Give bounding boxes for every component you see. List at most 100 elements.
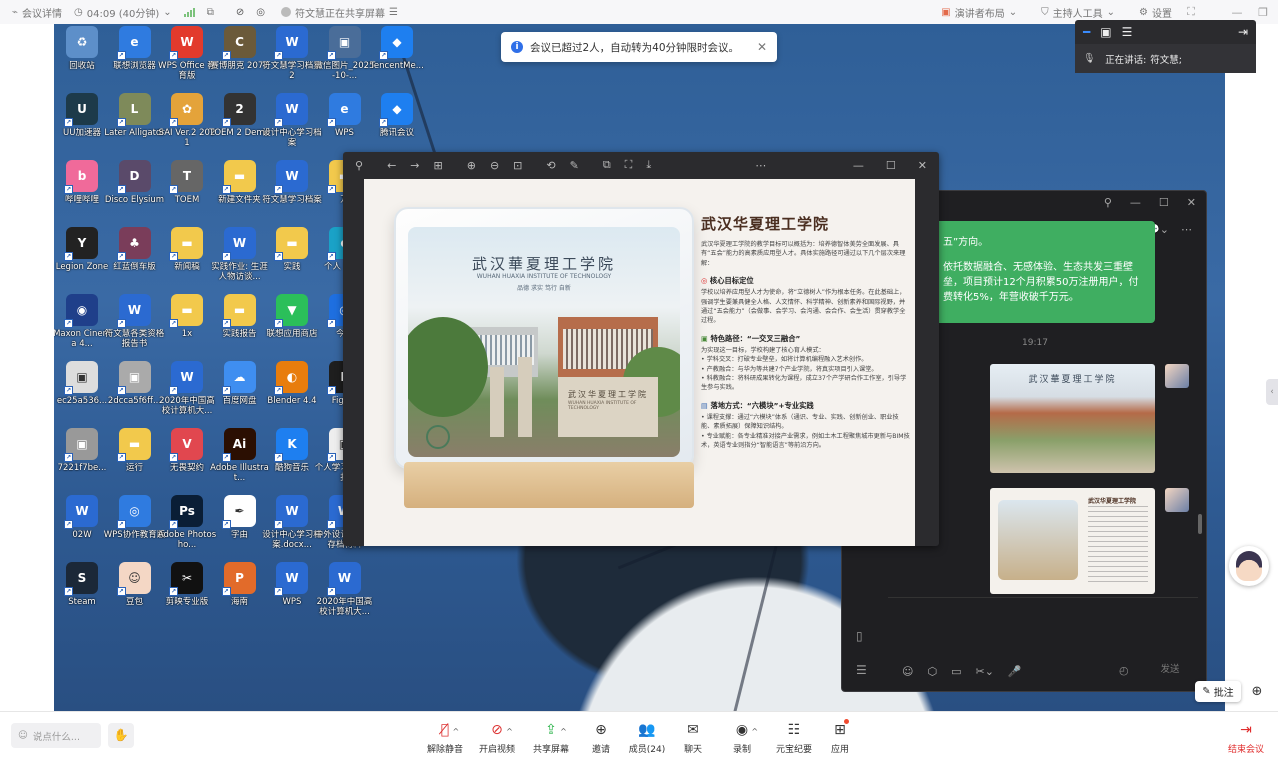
close-icon[interactable]: ✕ [757,40,767,54]
menu-icon[interactable]: ☰ [856,663,867,677]
desktop-icon[interactable]: ♻ 回收站 [54,26,111,90]
zoom-icon[interactable]: ⊕ [1247,681,1267,702]
ai-assistant-avatar[interactable] [1229,546,1269,586]
popout-icon[interactable]: ⧉ [207,7,214,18]
desktop-icon[interactable]: W ↗ 2020年中国高校计算机大... [316,562,374,626]
desktop-icon[interactable]: W ↗ 符文慧学习档案 [262,160,322,224]
toolbar-button[interactable]: 👥 成员(24) [623,721,671,755]
collapse-side-panel[interactable]: ‹ [1266,379,1278,405]
desktop-icon[interactable]: W ↗ 02W [54,495,111,559]
translate-icon[interactable]: ⧉ [603,158,611,172]
toolbar-button[interactable]: 🎙̸ ^ 解除静音 [421,721,469,755]
crop-icon[interactable]: ⛶ [625,158,633,172]
desktop-icon[interactable]: Ai ↗ Adobe Illustrat... [210,428,269,492]
restore-icon[interactable]: ❐ [1256,6,1270,19]
desktop-icon[interactable]: S ↗ Steam [54,562,111,626]
toolbar-button[interactable]: ✉ 聊天 [669,721,717,755]
desktop-icon[interactable]: W ↗ 符文慧学习档案2 [262,26,322,90]
desktop-icon[interactable]: L ↗ Later Alligator [104,93,165,157]
hide-icon[interactable]: ◎ [256,7,265,18]
desktop-icon[interactable]: ◎ ↗ WPS协作教育版 [104,495,165,559]
desktop-icon[interactable]: Ps ↗ Adobe Photosho... [158,495,216,559]
zoom-out-icon[interactable]: ⊖ [490,159,499,172]
toolbar-button[interactable]: ⊞ 应用 [816,719,864,755]
desktop-icon[interactable]: U ↗ UU加速器 [54,93,111,157]
desktop-icon[interactable]: ▬ ↗ 实践报告 [211,294,269,358]
folder-icon[interactable]: ▭ [951,665,961,678]
desktop-icon[interactable]: ♣ ↗ 红蓝倒车版 [106,227,164,291]
say-something-input[interactable]: ☺ 说点什么... [11,723,101,748]
end-meeting-button[interactable]: ⇥ 结束会议 [1224,721,1268,755]
fit-icon[interactable]: ⊡ [513,159,522,172]
desktop-icon[interactable]: ▬ ↗ 1x [158,294,216,358]
edit-icon[interactable]: ✎ [570,159,579,172]
desktop-icon[interactable]: P ↗ 海南 [211,562,269,626]
back-icon[interactable]: ← [387,159,396,172]
desktop-icon[interactable]: ☺ ↗ 豆包 [106,562,164,626]
zoom-in-icon[interactable]: ⊕ [467,159,476,172]
network-signal-icon[interactable] [183,7,195,17]
scrollbar[interactable] [1198,514,1202,534]
list-icon[interactable]: ☰ [1122,25,1133,39]
grid-icon[interactable]: ⊞ [434,159,443,172]
avatar[interactable] [1165,364,1189,388]
annotate-button[interactable]: ✎ 批注 [1195,681,1241,702]
chevron-up-icon[interactable]: ^ [453,723,460,741]
phone-icon[interactable]: ▯ [856,629,863,643]
forward-icon[interactable]: → [410,159,419,172]
desktop-icon[interactable]: e ↗ WPS [316,93,374,157]
toolbar-button[interactable]: ☷ 元宝纪要 [770,721,818,755]
image-message[interactable]: 武汉華夏理工学院 [990,364,1155,473]
send-button[interactable]: 发送 [1148,661,1192,679]
desktop-icon[interactable]: T ↗ TOEM [158,160,216,224]
chevron-up-icon[interactable]: ^ [506,723,513,741]
desktop-icon[interactable]: ▣ ↗ 7221f7be... [54,428,111,492]
desktop-icon[interactable]: W ↗ WPS [263,562,321,626]
chevron-up-icon[interactable]: ^ [560,723,567,741]
desktop-icon[interactable]: ◆ ↗ 腾讯会议 [368,93,426,157]
desktop-icon[interactable]: e ↗ 联想浏览器 [106,26,164,90]
message-bubble[interactable]: 五”方向。 依托数据融合、无感体验、生态共发三重壁垒，项目预计12个月积累50万… [935,221,1155,323]
desktop-icon[interactable]: D ↗ Disco Elysium [105,160,164,224]
emoji-icon[interactable]: ☺ [902,665,913,678]
desktop-icon[interactable]: W ↗ 2020年中国高校计算机大... [158,361,216,425]
no-annotation-icon[interactable]: ⊘ [236,7,244,18]
maximize-icon[interactable]: ☐ [886,159,896,172]
scissors-icon[interactable]: ✂⌄ [975,665,993,678]
rotate-icon[interactable]: ⟲ [546,159,555,172]
desktop-icon[interactable]: ▬ ↗ 实践 [263,227,321,291]
desktop-icon[interactable]: ◐ ↗ Blender 4.4 [263,361,321,425]
avatar[interactable] [1165,488,1189,512]
desktop-icon[interactable]: C ↗ 赛博朋克 2077 [210,26,269,90]
host-tools-button[interactable]: ⛉ 主持人工具 ⌄ [1041,5,1115,20]
desktop-icon[interactable]: b ↗ 哔哩哔哩 [54,160,111,224]
menu-icon[interactable]: ☰ [389,7,398,18]
desktop-icon[interactable]: ✒ ↗ 字由 [211,495,269,559]
desktop-icon[interactable]: W ↗ 设计中心学习档案.docx... [262,495,322,559]
fullscreen-icon[interactable]: ⛶ [1184,5,1198,19]
pin-icon[interactable]: ⚲ [355,159,363,172]
minimize-icon[interactable]: — [1230,6,1244,19]
toolbar-button[interactable]: ⊘ ^ 开启视频 [473,721,521,755]
download-icon[interactable]: ⤓ [646,158,651,172]
desktop-icon[interactable]: ▣ ↗ 2dcca5f6ff... [106,361,164,425]
pin-icon[interactable]: ⚲ [1104,196,1112,209]
minimize-icon[interactable]: — [853,159,864,172]
collapse-icon[interactable]: ⇥ [1238,25,1248,39]
cube-icon[interactable]: ⬡ [927,665,937,678]
close-icon[interactable]: ✕ [918,159,927,172]
minimize-icon[interactable]: — [1130,196,1141,209]
desktop-icon[interactable]: 2 ↗ TOEM 2 Demo [209,93,270,157]
desktop-icon[interactable]: ✂ ↗ 剪映专业版 [158,562,216,626]
close-icon[interactable]: ✕ [1187,196,1196,209]
window-icon[interactable]: ▣ [1100,25,1111,39]
at-icon[interactable]: ◴ [1119,664,1129,677]
toolbar-button[interactable]: ⊕ 邀请 [577,721,625,755]
desktop-icon[interactable]: ◆ ↗ TencentMe... [368,26,426,90]
desktop-icon[interactable]: V ↗ 无畏契约 [158,428,216,492]
chevron-up-icon[interactable]: ^ [751,723,758,741]
toolbar-button[interactable]: ⇪ ^ 共享屏幕 [527,721,575,755]
meeting-timer[interactable]: ◷ 04:09 (40分钟) ⌄ [74,5,172,20]
toolbar-button[interactable]: ◉ ^ 录制 [718,721,766,755]
settings-button[interactable]: ⚙ 设置 [1139,5,1172,20]
